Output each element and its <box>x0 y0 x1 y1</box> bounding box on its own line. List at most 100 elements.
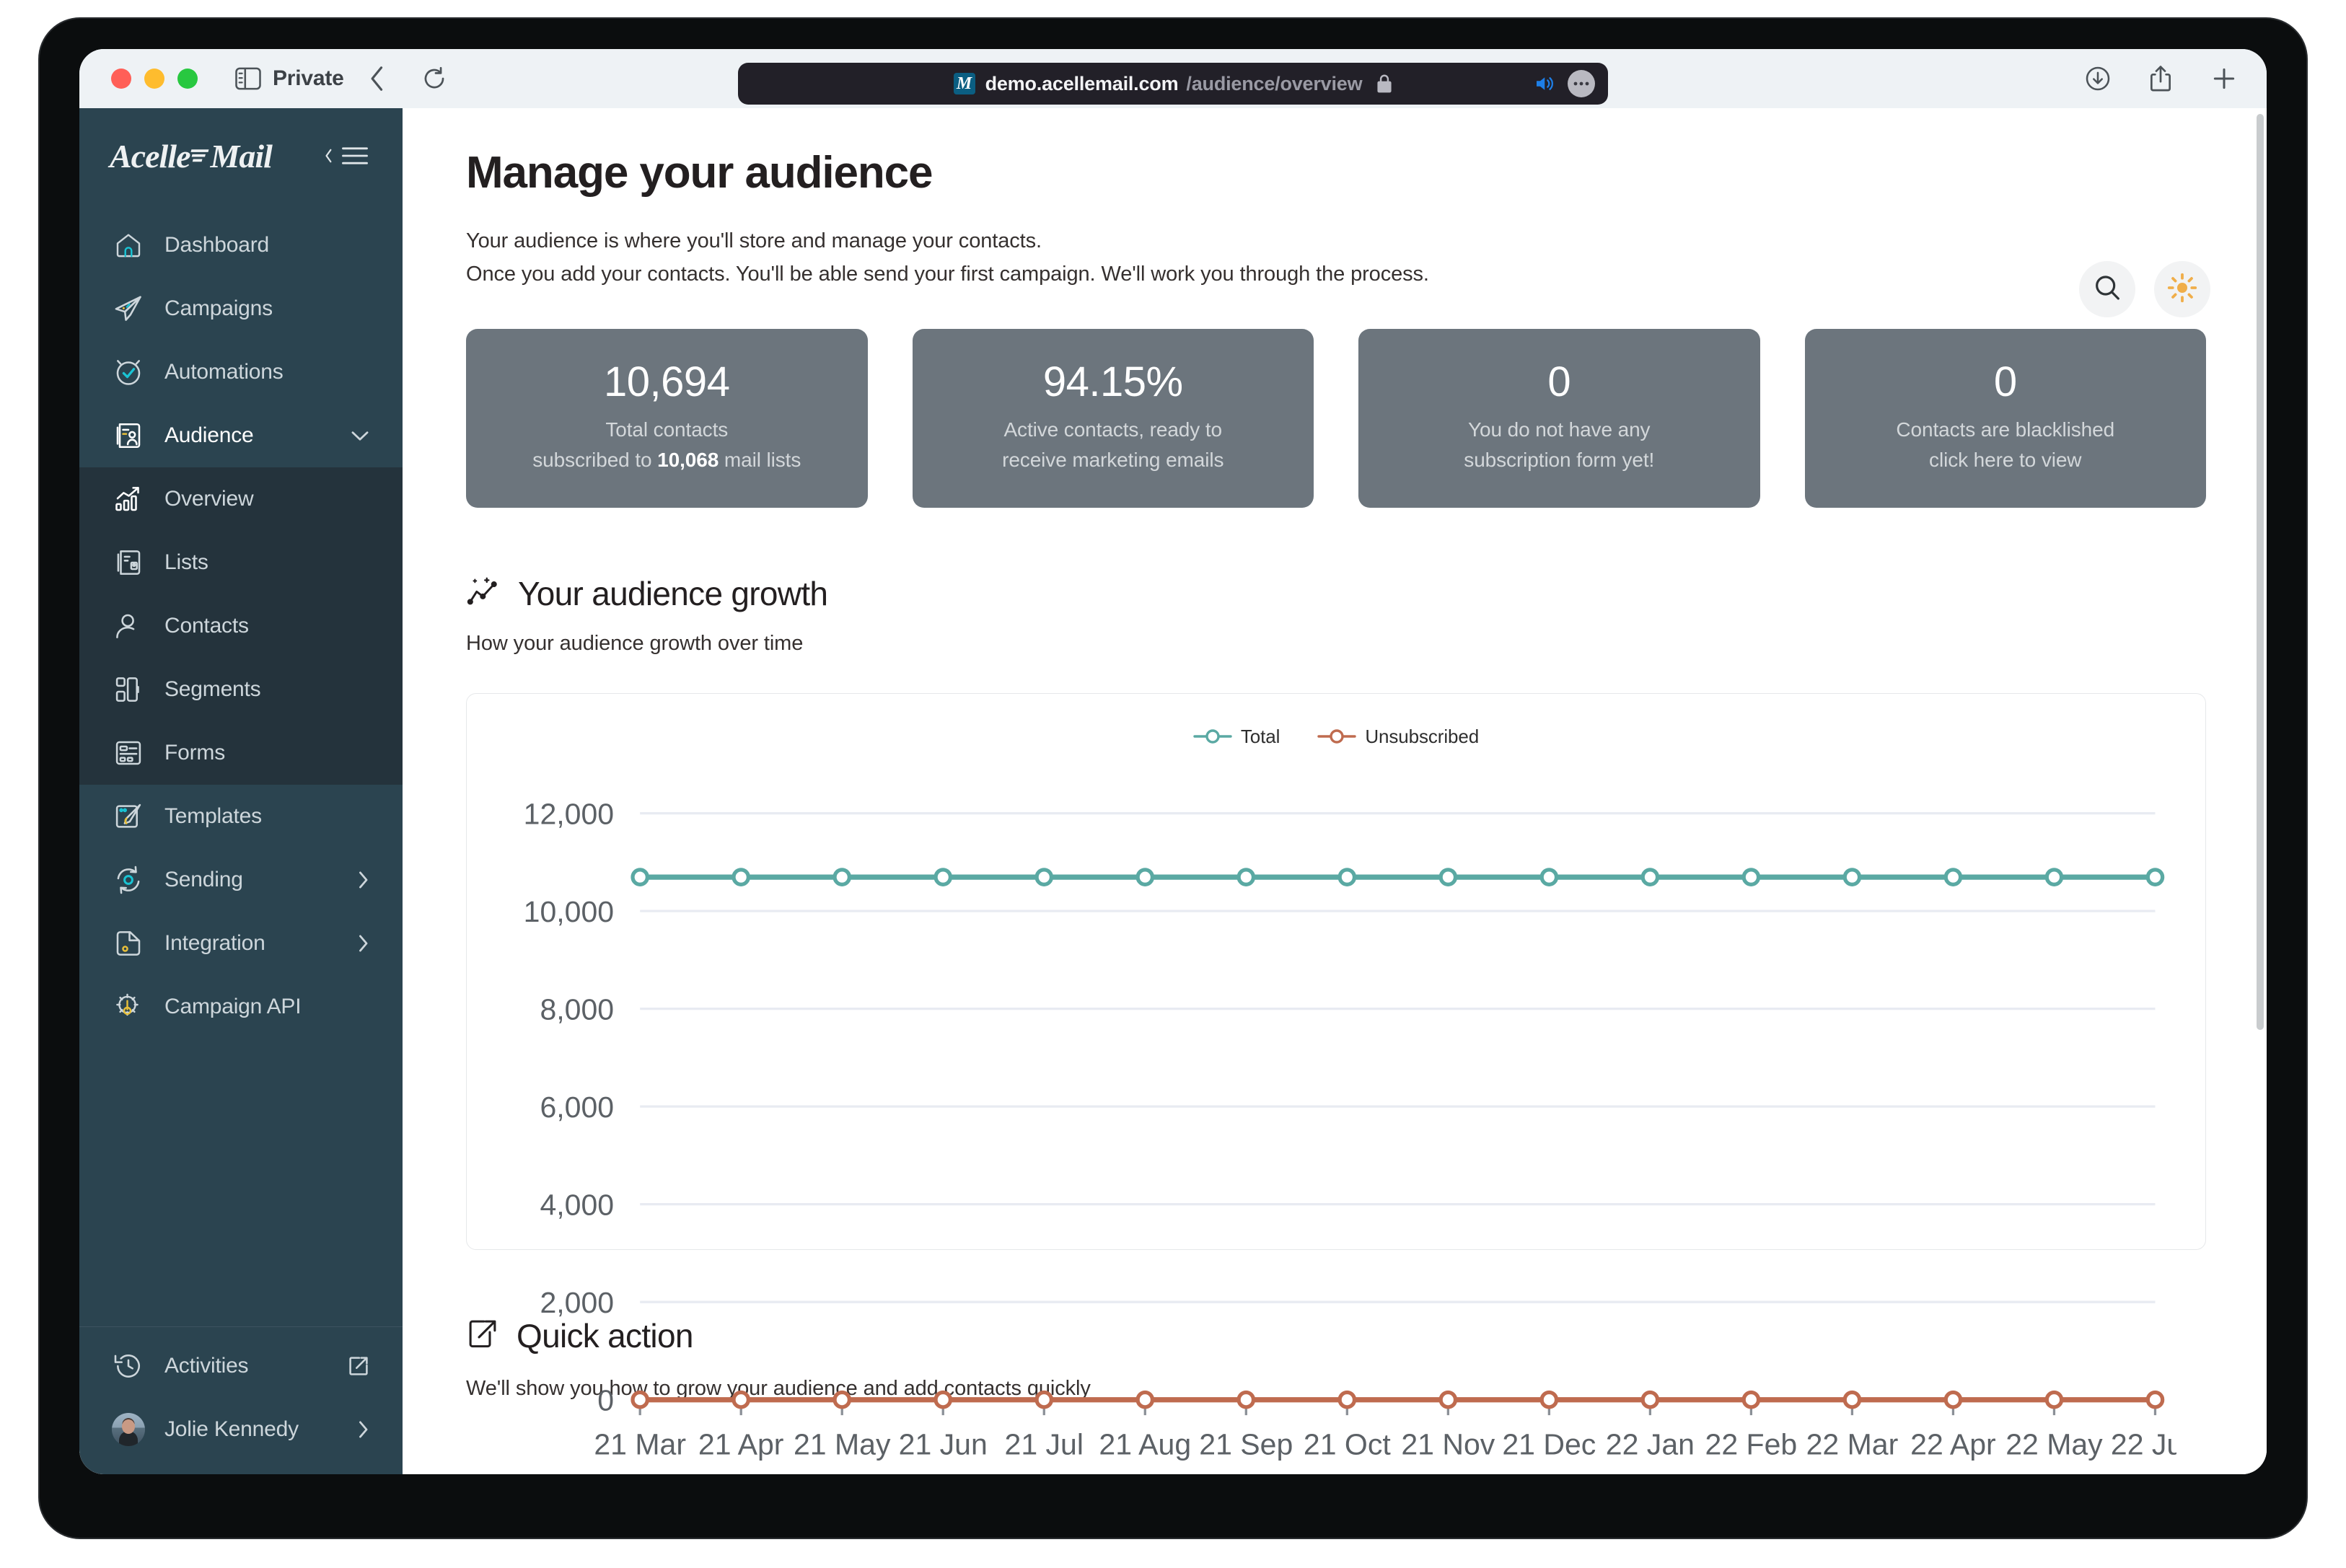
clock-check-icon <box>113 356 144 388</box>
audience-card-icon <box>113 420 144 452</box>
plus-icon[interactable] <box>2210 65 2238 92</box>
y-axis-tick-label: 12,000 <box>524 797 614 830</box>
chart-point-unsubscribed <box>832 1390 852 1409</box>
chevron-right-icon <box>356 1420 369 1439</box>
app-logo[interactable]: Acelle Mail <box>110 137 273 175</box>
chart-svg: 0 2,000 4,000 6,000 8,000 10,000 12,000 21 Mar 2… <box>524 797 2200 1461</box>
private-browsing-label: Private <box>273 66 344 90</box>
sidebar-item-forms[interactable]: Forms <box>79 721 403 785</box>
y-axis-tick-label: 8,000 <box>540 992 614 1026</box>
stat-desc-line1: Contacts are blacklished <box>1896 418 2115 441</box>
external-link-icon <box>348 1355 369 1377</box>
browser-right-controls <box>2085 65 2238 92</box>
main-content: Manage your audience Your audience is wh… <box>403 108 2267 1474</box>
chart-point-total <box>1236 868 1256 886</box>
sidebar-item-automations[interactable]: Automations <box>79 340 403 404</box>
sidebar-item-label: Campaign API <box>164 995 302 1018</box>
sidebar-item-contacts[interactable]: Contacts <box>79 594 403 658</box>
search-button[interactable] <box>2079 261 2135 317</box>
chart-point-total <box>1034 868 1054 886</box>
audience-growth-section: Your audience growth How your audience g… <box>466 574 2206 1461</box>
sidebar-item-lists[interactable]: Lists <box>79 531 403 594</box>
sidebar-item-audience[interactable]: Audience <box>79 404 403 467</box>
stat-card-blacklisted[interactable]: 0 Contacts are blacklished click here to… <box>1804 328 2206 508</box>
sidebar-item-dashboard[interactable]: Dashboard <box>79 213 403 277</box>
sidebar-item-activities[interactable]: Activities <box>79 1334 403 1398</box>
maximize-window-button[interactable] <box>177 69 198 89</box>
chart-point-total <box>1135 868 1155 886</box>
list-card-icon <box>113 547 144 578</box>
sidebar-item-overview[interactable]: Overview <box>79 467 403 531</box>
sidebar-item-segments[interactable]: Segments <box>79 658 403 721</box>
url-path: /audience/overview <box>1186 72 1363 94</box>
logo-text-mail: Mail <box>210 137 273 175</box>
stat-card-subscription-forms[interactable]: 0 You do not have any subscription form … <box>1358 328 1760 508</box>
sidebar-item-sending[interactable]: Sending <box>79 848 403 912</box>
download-icon[interactable] <box>2085 66 2111 92</box>
chart-point-unsubscribed <box>1438 1390 1458 1409</box>
y-axis-tick-label: 4,000 <box>540 1188 614 1221</box>
page-title: Manage your audience <box>466 148 933 198</box>
sidebar-toggle-icon[interactable] <box>235 66 261 91</box>
chart-point-total <box>1640 868 1660 886</box>
sidebar-item-integration[interactable]: Integration <box>79 912 403 975</box>
x-axis-tick-label: 21 Mar <box>594 1427 686 1461</box>
section-header: Your audience growth <box>466 574 2206 613</box>
sidebar-item-user-profile[interactable]: Jolie Kennedy <box>79 1398 403 1461</box>
sidebar-item-label: Sending <box>164 868 243 891</box>
collapse-sidebar-button[interactable] <box>322 145 369 167</box>
url-host: demo.acellemail.com <box>985 72 1179 94</box>
back-chevron-icon[interactable] <box>367 66 387 92</box>
stat-value: 0 <box>1547 358 1571 406</box>
section-title: Your audience growth <box>518 574 828 612</box>
close-window-button[interactable] <box>111 69 131 89</box>
browser-window: Private M demo.acellemail.com /audience/… <box>79 49 2267 1474</box>
legend-item-total[interactable]: Total <box>1193 726 1280 748</box>
page-scrollbar[interactable] <box>2257 114 2264 1030</box>
theme-toggle-button[interactable] <box>2154 261 2210 317</box>
sidebar-item-campaign-api[interactable]: Campaign API <box>79 975 403 1039</box>
sidebar-item-label: Campaigns <box>164 296 273 320</box>
chart-point-total <box>1337 868 1357 886</box>
api-gear-icon <box>113 991 144 1023</box>
sidebar-subnav-audience: Overview Lists Contacts Segments Forms <box>79 467 403 785</box>
audience-growth-chart-card: Total Unsubscribed 0 2,000 4,000 6,000 8… <box>466 692 2206 1461</box>
x-axis-tick-label: 21 Oct <box>1304 1427 1391 1461</box>
address-bar[interactable]: M demo.acellemail.com /audience/overview <box>738 63 1608 105</box>
chart-point-total <box>2145 868 2165 886</box>
chart-point-total <box>1539 868 1559 886</box>
legend-item-unsubscribed[interactable]: Unsubscribed <box>1317 726 1479 748</box>
logo-text-acelle: Acelle <box>110 137 190 175</box>
chart-point-unsubscribed <box>1842 1390 1862 1409</box>
search-icon <box>2093 273 2122 306</box>
stat-desc-line1: Active contacts, ready to <box>1003 418 1223 441</box>
chart-point-total <box>1842 868 1862 886</box>
stat-description: Active contacts, ready to receive market… <box>1002 415 1223 475</box>
stat-card-active-contacts[interactable]: 94.15% Active contacts, ready to receive… <box>912 328 1314 508</box>
stat-card-total-contacts[interactable]: 10,694 Total contacts subscribed to 10,0… <box>466 328 868 508</box>
sidebar-item-label: Activities <box>164 1354 249 1378</box>
chart-legend: Total Unsubscribed <box>496 726 2176 748</box>
speaker-icon[interactable] <box>1533 73 1555 94</box>
x-axis-tick-label: 21 Jun <box>899 1427 988 1461</box>
address-bar-content: M demo.acellemail.com /audience/overview <box>953 72 1393 95</box>
reload-icon[interactable] <box>422 66 447 91</box>
share-icon[interactable] <box>2148 65 2173 92</box>
desktop-background: Private M demo.acellemail.com /audience/… <box>0 0 2346 1568</box>
more-ellipsis-icon[interactable] <box>1568 70 1595 97</box>
brand-row: Acelle Mail <box>79 108 403 203</box>
sidebar-item-campaigns[interactable]: Campaigns <box>79 277 403 340</box>
chart-point-total <box>2044 868 2064 886</box>
chart-point-unsubscribed <box>1640 1390 1660 1409</box>
browser-toolbar: Private M demo.acellemail.com /audience/… <box>79 49 2267 108</box>
stat-value: 94.15% <box>1042 358 1183 406</box>
stat-desc-highlight: 10,068 <box>657 449 719 472</box>
user-name-label: Jolie Kennedy <box>164 1417 299 1441</box>
x-axis-tick-label: 22 Jun <box>2111 1427 2176 1461</box>
stat-desc-line1: Total contacts <box>605 418 729 441</box>
minimize-window-button[interactable] <box>144 69 164 89</box>
stat-description: Total contacts subscribed to 10,068 mail… <box>532 415 801 475</box>
chart-point-total <box>732 868 751 886</box>
sidebar-item-templates[interactable]: Templates <box>79 785 403 848</box>
legend-marker-icon <box>1193 727 1232 746</box>
